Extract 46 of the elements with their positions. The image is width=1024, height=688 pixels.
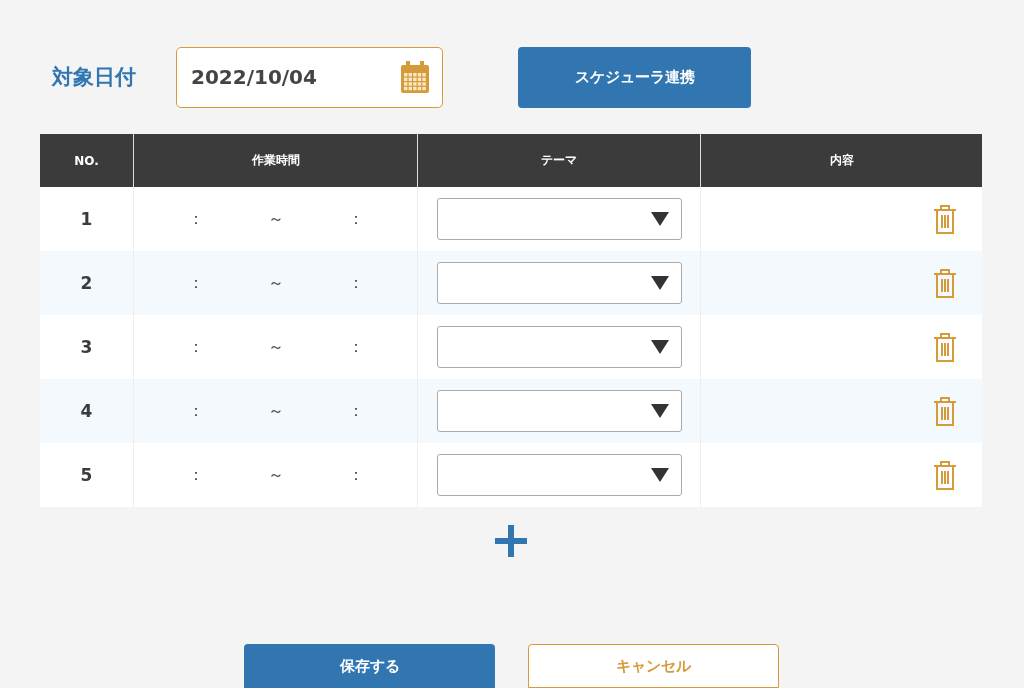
column-header: 内容	[700, 134, 982, 187]
trash-icon[interactable]	[933, 204, 957, 234]
trash-icon[interactable]	[933, 396, 957, 426]
trash-icon[interactable]	[933, 268, 957, 298]
time-separator: ：	[348, 336, 364, 358]
dropdown-arrow-icon	[651, 212, 669, 226]
calendar-icon[interactable]	[400, 59, 430, 94]
dropdown-arrow-icon	[651, 340, 669, 354]
range-tilde: ～	[268, 464, 284, 486]
row-number: 5	[80, 465, 93, 485]
time-separator: ：	[348, 400, 364, 422]
dropdown-arrow-icon	[651, 404, 669, 418]
date-field[interactable]: 2022/10/04	[176, 46, 443, 108]
theme-dropdown[interactable]	[437, 326, 682, 368]
theme-dropdown[interactable]	[437, 262, 682, 304]
theme-dropdown[interactable]	[437, 198, 682, 240]
trash-icon[interactable]	[933, 332, 957, 362]
time-separator: ：	[348, 272, 364, 294]
column-header: テーマ	[417, 134, 700, 187]
time-separator: ：	[188, 400, 204, 422]
dropdown-arrow-icon	[651, 468, 669, 482]
column-header: 作業時間	[133, 134, 417, 187]
save-button[interactable]: 保存する	[244, 644, 495, 688]
time-separator: ：	[188, 336, 204, 358]
cancel-button[interactable]: キャンセル	[528, 644, 779, 688]
range-tilde: ～	[268, 400, 284, 422]
column-header: NO.	[40, 134, 133, 187]
row-number: 2	[80, 273, 93, 293]
time-separator: ：	[348, 208, 364, 230]
time-separator: ：	[188, 464, 204, 486]
scheduler-button[interactable]: スケジューラ連携	[518, 46, 751, 108]
row-number: 3	[80, 337, 93, 357]
time-separator: ：	[348, 464, 364, 486]
range-tilde: ～	[268, 208, 284, 230]
range-tilde: ～	[268, 272, 284, 294]
time-separator: ：	[188, 208, 204, 230]
row-number: 1	[80, 209, 93, 229]
dropdown-arrow-icon	[651, 276, 669, 290]
theme-dropdown[interactable]	[437, 390, 682, 432]
date-label: 対象日付	[52, 64, 137, 91]
range-tilde: ～	[268, 336, 284, 358]
plus-icon[interactable]	[495, 525, 527, 557]
theme-dropdown[interactable]	[437, 454, 682, 496]
trash-icon[interactable]	[933, 460, 957, 490]
row-number: 4	[80, 401, 93, 421]
time-separator: ：	[188, 272, 204, 294]
